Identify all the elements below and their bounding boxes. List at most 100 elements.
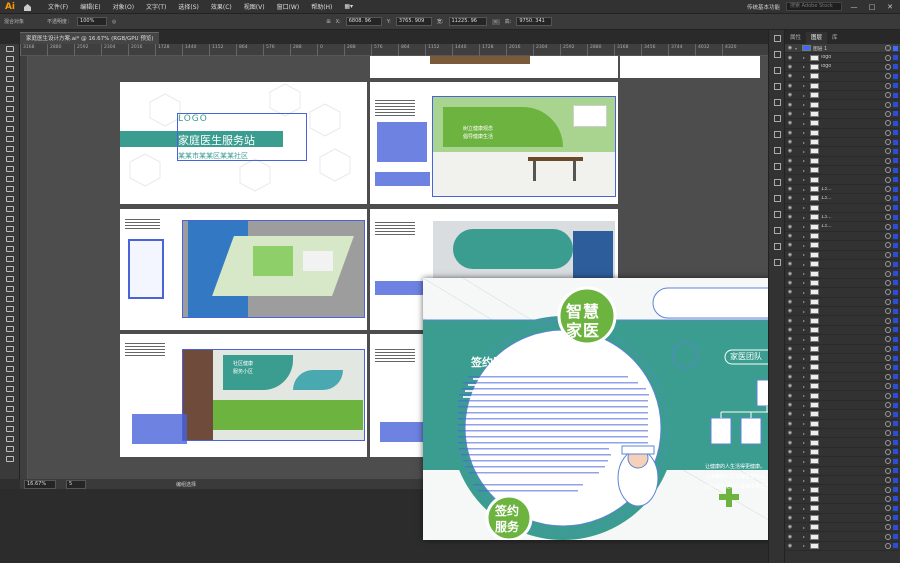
visibility-eye-icon[interactable]: ◉ [785,186,795,192]
tool-icon[interactable] [0,114,20,124]
chevron-right-icon[interactable]: ▸ [803,168,808,173]
chevron-right-icon[interactable]: ▸ [803,234,808,239]
layer-name[interactable]: 图层 1 [813,45,885,52]
tool-icon[interactable] [0,54,20,64]
tool-icon[interactable] [0,44,20,54]
target-icon[interactable] [885,411,891,418]
visibility-eye-icon[interactable]: ◉ [785,252,795,258]
chevron-right-icon[interactable]: ▸ [803,459,808,464]
target-icon[interactable] [885,110,891,117]
selection-indicator[interactable] [893,430,898,436]
tool-icon[interactable] [0,144,20,154]
visibility-eye-icon[interactable]: ◉ [785,289,795,295]
layer-row[interactable]: ◉ ▸ [785,316,900,326]
sublayer-name[interactable]: 13... [821,187,885,192]
tool-icon[interactable] [0,94,20,104]
stock-search-input[interactable]: 搜索 Adobe Stock [786,2,842,11]
layer-row[interactable]: ◉ ▸ [785,448,900,458]
panel-shortcut-icon[interactable] [769,126,785,142]
target-icon[interactable] [885,392,891,399]
layer-row[interactable]: ◉ ▸ [785,147,900,157]
layer-row[interactable]: ◉ ▸ [785,345,900,354]
layer-row[interactable]: ◉ ▸ [785,110,900,120]
target-icon[interactable] [885,458,891,465]
sublayer-name[interactable]: logo [821,64,885,69]
visibility-eye-icon[interactable]: ◉ [785,440,795,446]
tool-icon[interactable] [0,244,20,254]
selection-indicator[interactable] [893,308,898,314]
chevron-right-icon[interactable]: ▸ [803,130,808,135]
layer-row[interactable]: ◉ ▸ [785,241,900,251]
chevron-right-icon[interactable]: ▸ [803,64,808,69]
home-icon[interactable] [20,2,34,12]
layer-row[interactable]: ◉ ▸ [785,138,900,148]
layer-row[interactable]: ◉ ▸ [785,373,900,383]
selection-indicator[interactable] [893,524,898,530]
chevron-right-icon[interactable]: ▸ [803,318,808,323]
chevron-right-icon[interactable]: ▸ [803,534,808,539]
layer-row[interactable]: ◉ ▸ [785,251,900,260]
target-icon[interactable] [885,195,891,202]
visibility-eye-icon[interactable]: ◉ [785,148,795,154]
selection-indicator[interactable] [893,411,898,417]
chevron-right-icon[interactable]: ▸ [803,205,808,210]
selection-indicator[interactable] [893,318,898,324]
visibility-eye-icon[interactable]: ◉ [785,364,795,370]
visibility-eye-icon[interactable]: ◉ [785,111,795,117]
panel-shortcut-icon[interactable] [769,206,785,222]
chevron-right-icon[interactable]: ▸ [803,403,808,408]
visibility-eye-icon[interactable]: ◉ [785,458,795,464]
layer-row[interactable]: ◉ ▸ [785,523,900,533]
target-icon[interactable] [885,514,891,521]
menu-window[interactable]: 窗口(W) [271,2,306,11]
target-icon[interactable] [885,82,891,89]
maximize-icon[interactable]: □ [866,3,878,11]
menu-object[interactable]: 对象(O) [107,2,140,11]
tool-icon[interactable] [0,164,20,174]
target-icon[interactable] [885,439,891,446]
target-icon[interactable] [885,326,891,333]
tool-icon[interactable] [0,174,20,184]
selection-indicator[interactable] [893,55,898,61]
selection-indicator[interactable] [893,45,898,51]
chevron-right-icon[interactable]: ▸ [803,149,808,154]
visibility-eye-icon[interactable]: ◉ [785,477,795,483]
target-icon[interactable] [885,317,891,324]
close-icon[interactable]: ✕ [884,3,896,11]
panel-shortcut-icon[interactable] [769,158,785,174]
visibility-eye-icon[interactable]: ◉ [785,393,795,399]
selection-indicator[interactable] [893,374,898,380]
layer-row[interactable]: ◉ ▸ [785,166,900,176]
visibility-eye-icon[interactable]: ◉ [785,73,795,79]
link-proportions-icon[interactable]: ∞ [491,18,500,25]
selection-indicator[interactable] [893,289,898,295]
target-icon[interactable] [885,533,891,540]
layer-row[interactable]: ◉ ▸ [785,457,900,467]
tool-icon[interactable] [0,454,20,464]
chevron-right-icon[interactable]: ▸ [803,327,808,332]
sublayer-name[interactable]: logo [821,55,885,60]
selection-indicator[interactable] [893,440,898,446]
chevron-right-icon[interactable]: ▸ [803,337,808,342]
selection-indicator[interactable] [893,111,898,117]
menu-effect[interactable]: 效果(C) [205,2,238,11]
chevron-right-icon[interactable]: ▸ [803,55,808,60]
tool-icon[interactable] [0,424,20,434]
target-icon[interactable] [885,176,891,183]
visibility-eye-icon[interactable]: ◉ [785,55,795,61]
recolor-icon[interactable]: ◎ [112,19,116,25]
target-icon[interactable] [885,336,891,343]
tool-icon[interactable] [0,394,20,404]
tab-libraries[interactable]: 库 [827,32,843,44]
chevron-right-icon[interactable]: ▸ [803,525,808,530]
layer-row[interactable]: ◉ ▸ logo [785,63,900,73]
layer-row[interactable]: ◉ ▸ logo [785,53,900,63]
target-icon[interactable] [885,54,891,61]
tool-icon[interactable] [0,74,20,84]
chevron-right-icon[interactable]: ▸ [803,243,808,248]
sublayer-name[interactable]: 13... [821,215,885,220]
selection-indicator[interactable] [893,355,898,361]
layer-row[interactable]: ◉ ▸ [785,279,900,289]
visibility-eye-icon[interactable]: ◉ [785,355,795,361]
visibility-eye-icon[interactable]: ◉ [785,496,795,502]
